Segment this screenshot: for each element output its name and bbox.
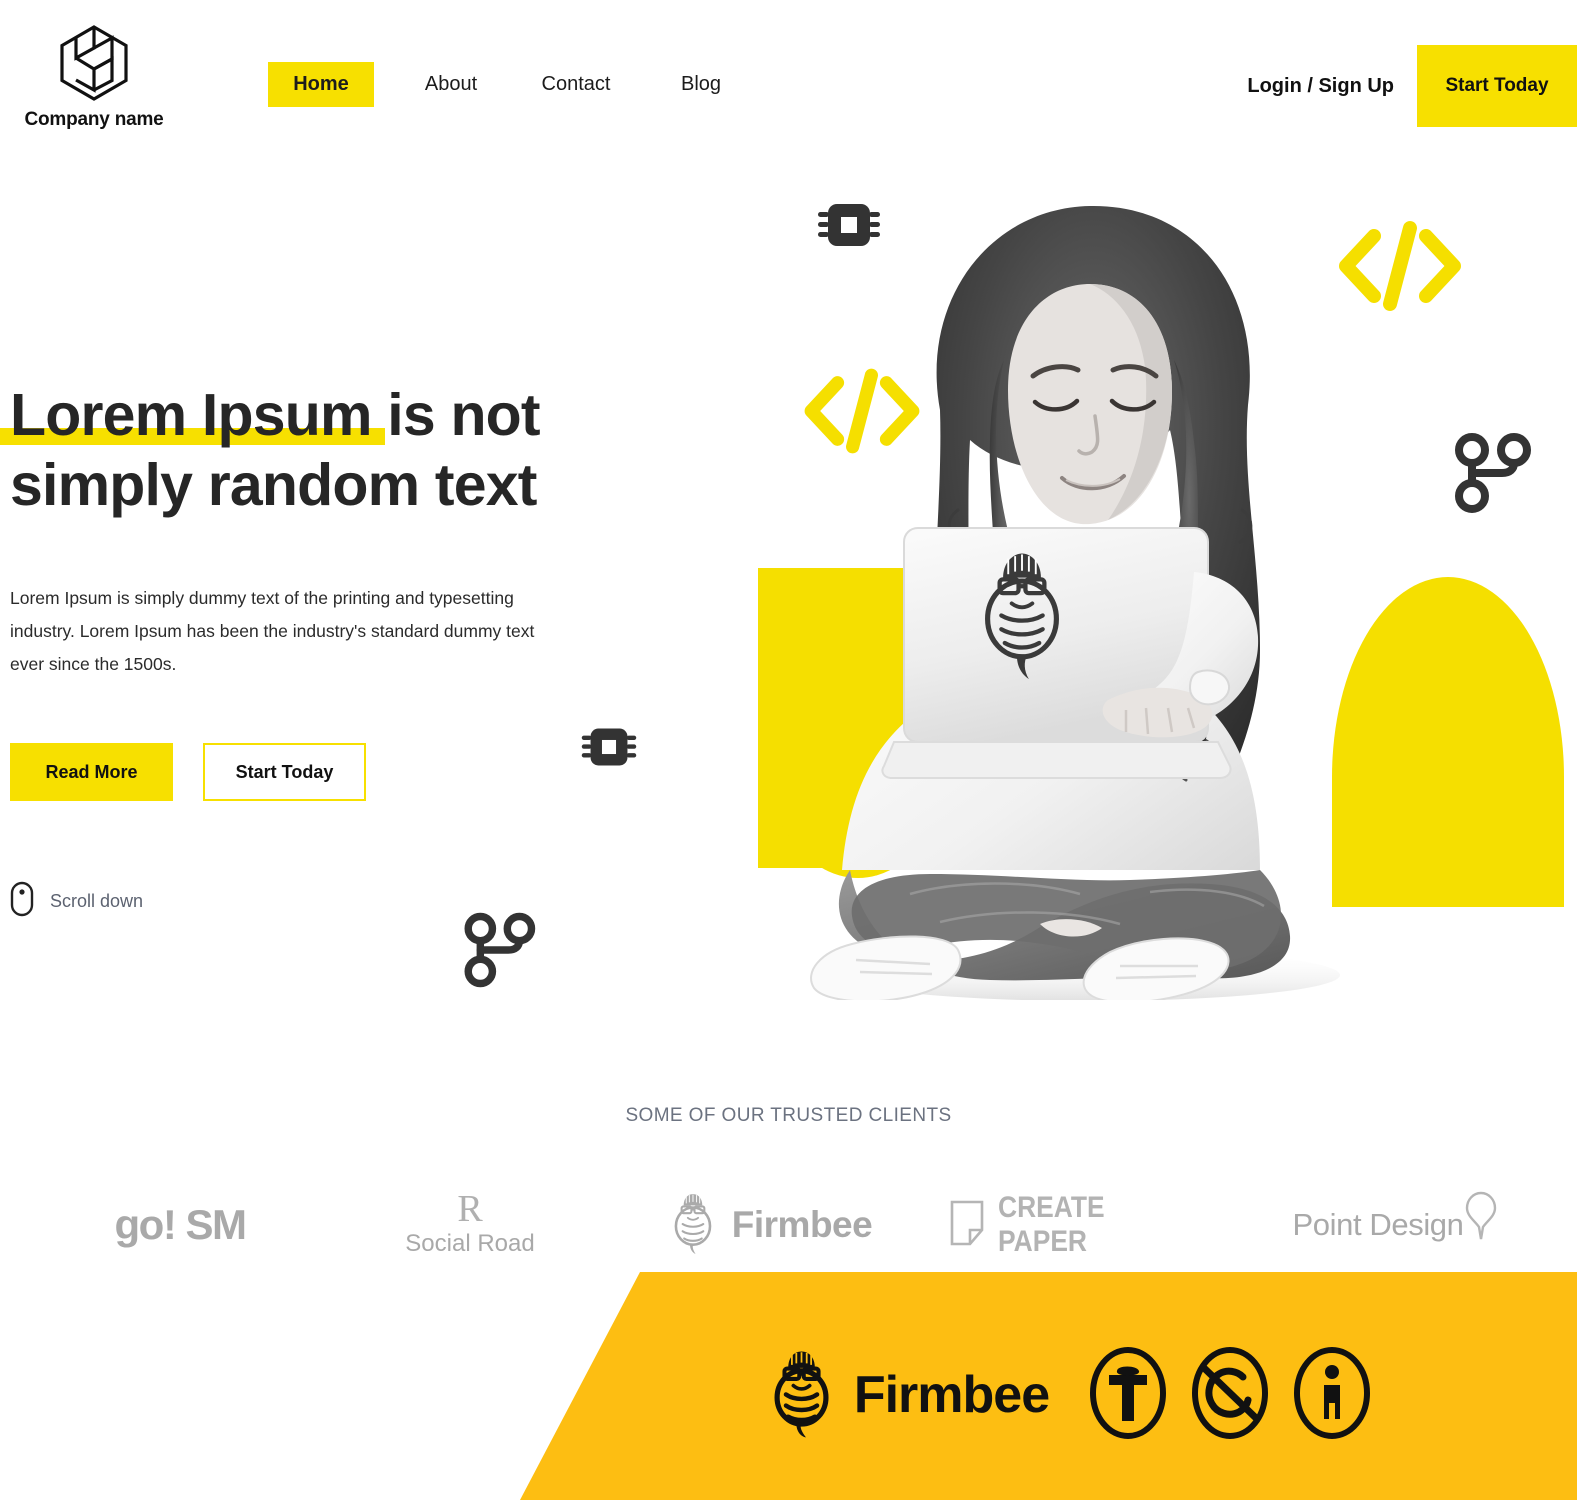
site-header: Company name Home About Contact Blog Log…	[0, 0, 1577, 145]
client-logo-create-paper[interactable]: CREATE PAPER	[950, 1191, 1210, 1259]
brand-logo[interactable]: Company name	[14, 24, 174, 131]
header-actions: Login / Sign Up Start Today	[1247, 45, 1577, 127]
banner-content: Firmbee	[766, 1346, 1371, 1444]
client-logo-social-road[interactable]: R Social Road	[350, 1188, 590, 1258]
point-design-label: Point Design	[1292, 1207, 1464, 1242]
nav-item-home[interactable]: Home	[268, 62, 374, 107]
firmbee-bee-icon	[766, 1347, 840, 1444]
banner-icon-group	[1089, 1346, 1371, 1444]
git-branch-icon	[458, 910, 538, 995]
git-branch-icon	[1448, 430, 1534, 521]
creative-commons-nc-icon[interactable]	[1191, 1346, 1269, 1444]
clients-section-label: SOME OF OUR TRUSTED CLIENTS	[625, 1105, 952, 1126]
hero-photo	[790, 180, 1350, 1004]
start-today-button-header[interactable]: Start Today	[1417, 45, 1577, 127]
firmbee-label: Firmbee	[731, 1204, 873, 1245]
social-road-label: Social Road	[405, 1230, 535, 1257]
code-brackets-icon	[1332, 218, 1468, 319]
hero-title-line-1: Lorem Ipsum is not	[10, 382, 541, 448]
client-logo-point-design[interactable]: Point Design	[1260, 1191, 1530, 1243]
page-title: Lorem Ipsum is not simply random text	[10, 380, 610, 520]
hero-content: Lorem Ipsum is not simply random text Lo…	[0, 380, 610, 922]
nav-item-blog[interactable]: Blog	[641, 63, 761, 106]
banner-firmbee-label: Firmbee	[853, 1366, 1050, 1424]
main-nav: Home About Contact Blog	[268, 62, 761, 107]
hero-title-wrap: Lorem Ipsum is not simply random text	[0, 380, 610, 520]
read-more-button[interactable]: Read More	[10, 743, 173, 801]
wordpress-icon[interactable]	[1089, 1346, 1167, 1444]
nav-item-about[interactable]: About	[391, 63, 511, 106]
hero-subtitle: Lorem Ipsum is simply dummy text of the …	[10, 588, 535, 674]
point-design-logo-icon	[1465, 1191, 1497, 1241]
clients-logo-row: go! SM R Social Road Firmbee CREATE PAPE…	[60, 1175, 1530, 1275]
yellow-arch-right	[1332, 577, 1564, 907]
mouse-icon	[10, 881, 34, 922]
brand-name: Company name	[24, 109, 164, 130]
accessibility-icon[interactable]	[1293, 1346, 1371, 1444]
login-signup-link[interactable]: Login / Sign Up	[1247, 75, 1394, 98]
social-road-logo-icon: R	[457, 1188, 483, 1230]
landing-page: Company name Home About Contact Blog Log…	[0, 0, 1577, 1500]
client-logo-gosm[interactable]: go! SM	[60, 1201, 300, 1249]
hexagon-logo-icon	[14, 24, 174, 107]
firmbee-bee-icon	[668, 1192, 720, 1259]
nav-item-contact[interactable]: Contact	[511, 63, 641, 106]
bottom-brand-banner: Firmbee	[520, 1272, 1577, 1500]
chip-icon	[816, 192, 882, 263]
scroll-down-label: Scroll down	[50, 891, 144, 911]
hero-cta-group: Read More Start Today	[10, 743, 610, 801]
gosm-logo-icon: go! SM	[114, 1201, 247, 1248]
client-logo-firmbee[interactable]: Firmbee	[640, 1192, 900, 1259]
start-today-button-hero[interactable]: Start Today	[203, 743, 366, 801]
create-paper-label: CREATE PAPER	[998, 1191, 1105, 1258]
banner-firmbee-logo[interactable]: Firmbee	[766, 1347, 1050, 1444]
code-brackets-icon	[798, 365, 926, 462]
hero-title-line-2: simply random text	[10, 452, 537, 518]
scroll-down-indicator[interactable]: Scroll down	[10, 881, 210, 922]
create-paper-logo-icon	[950, 1200, 984, 1251]
